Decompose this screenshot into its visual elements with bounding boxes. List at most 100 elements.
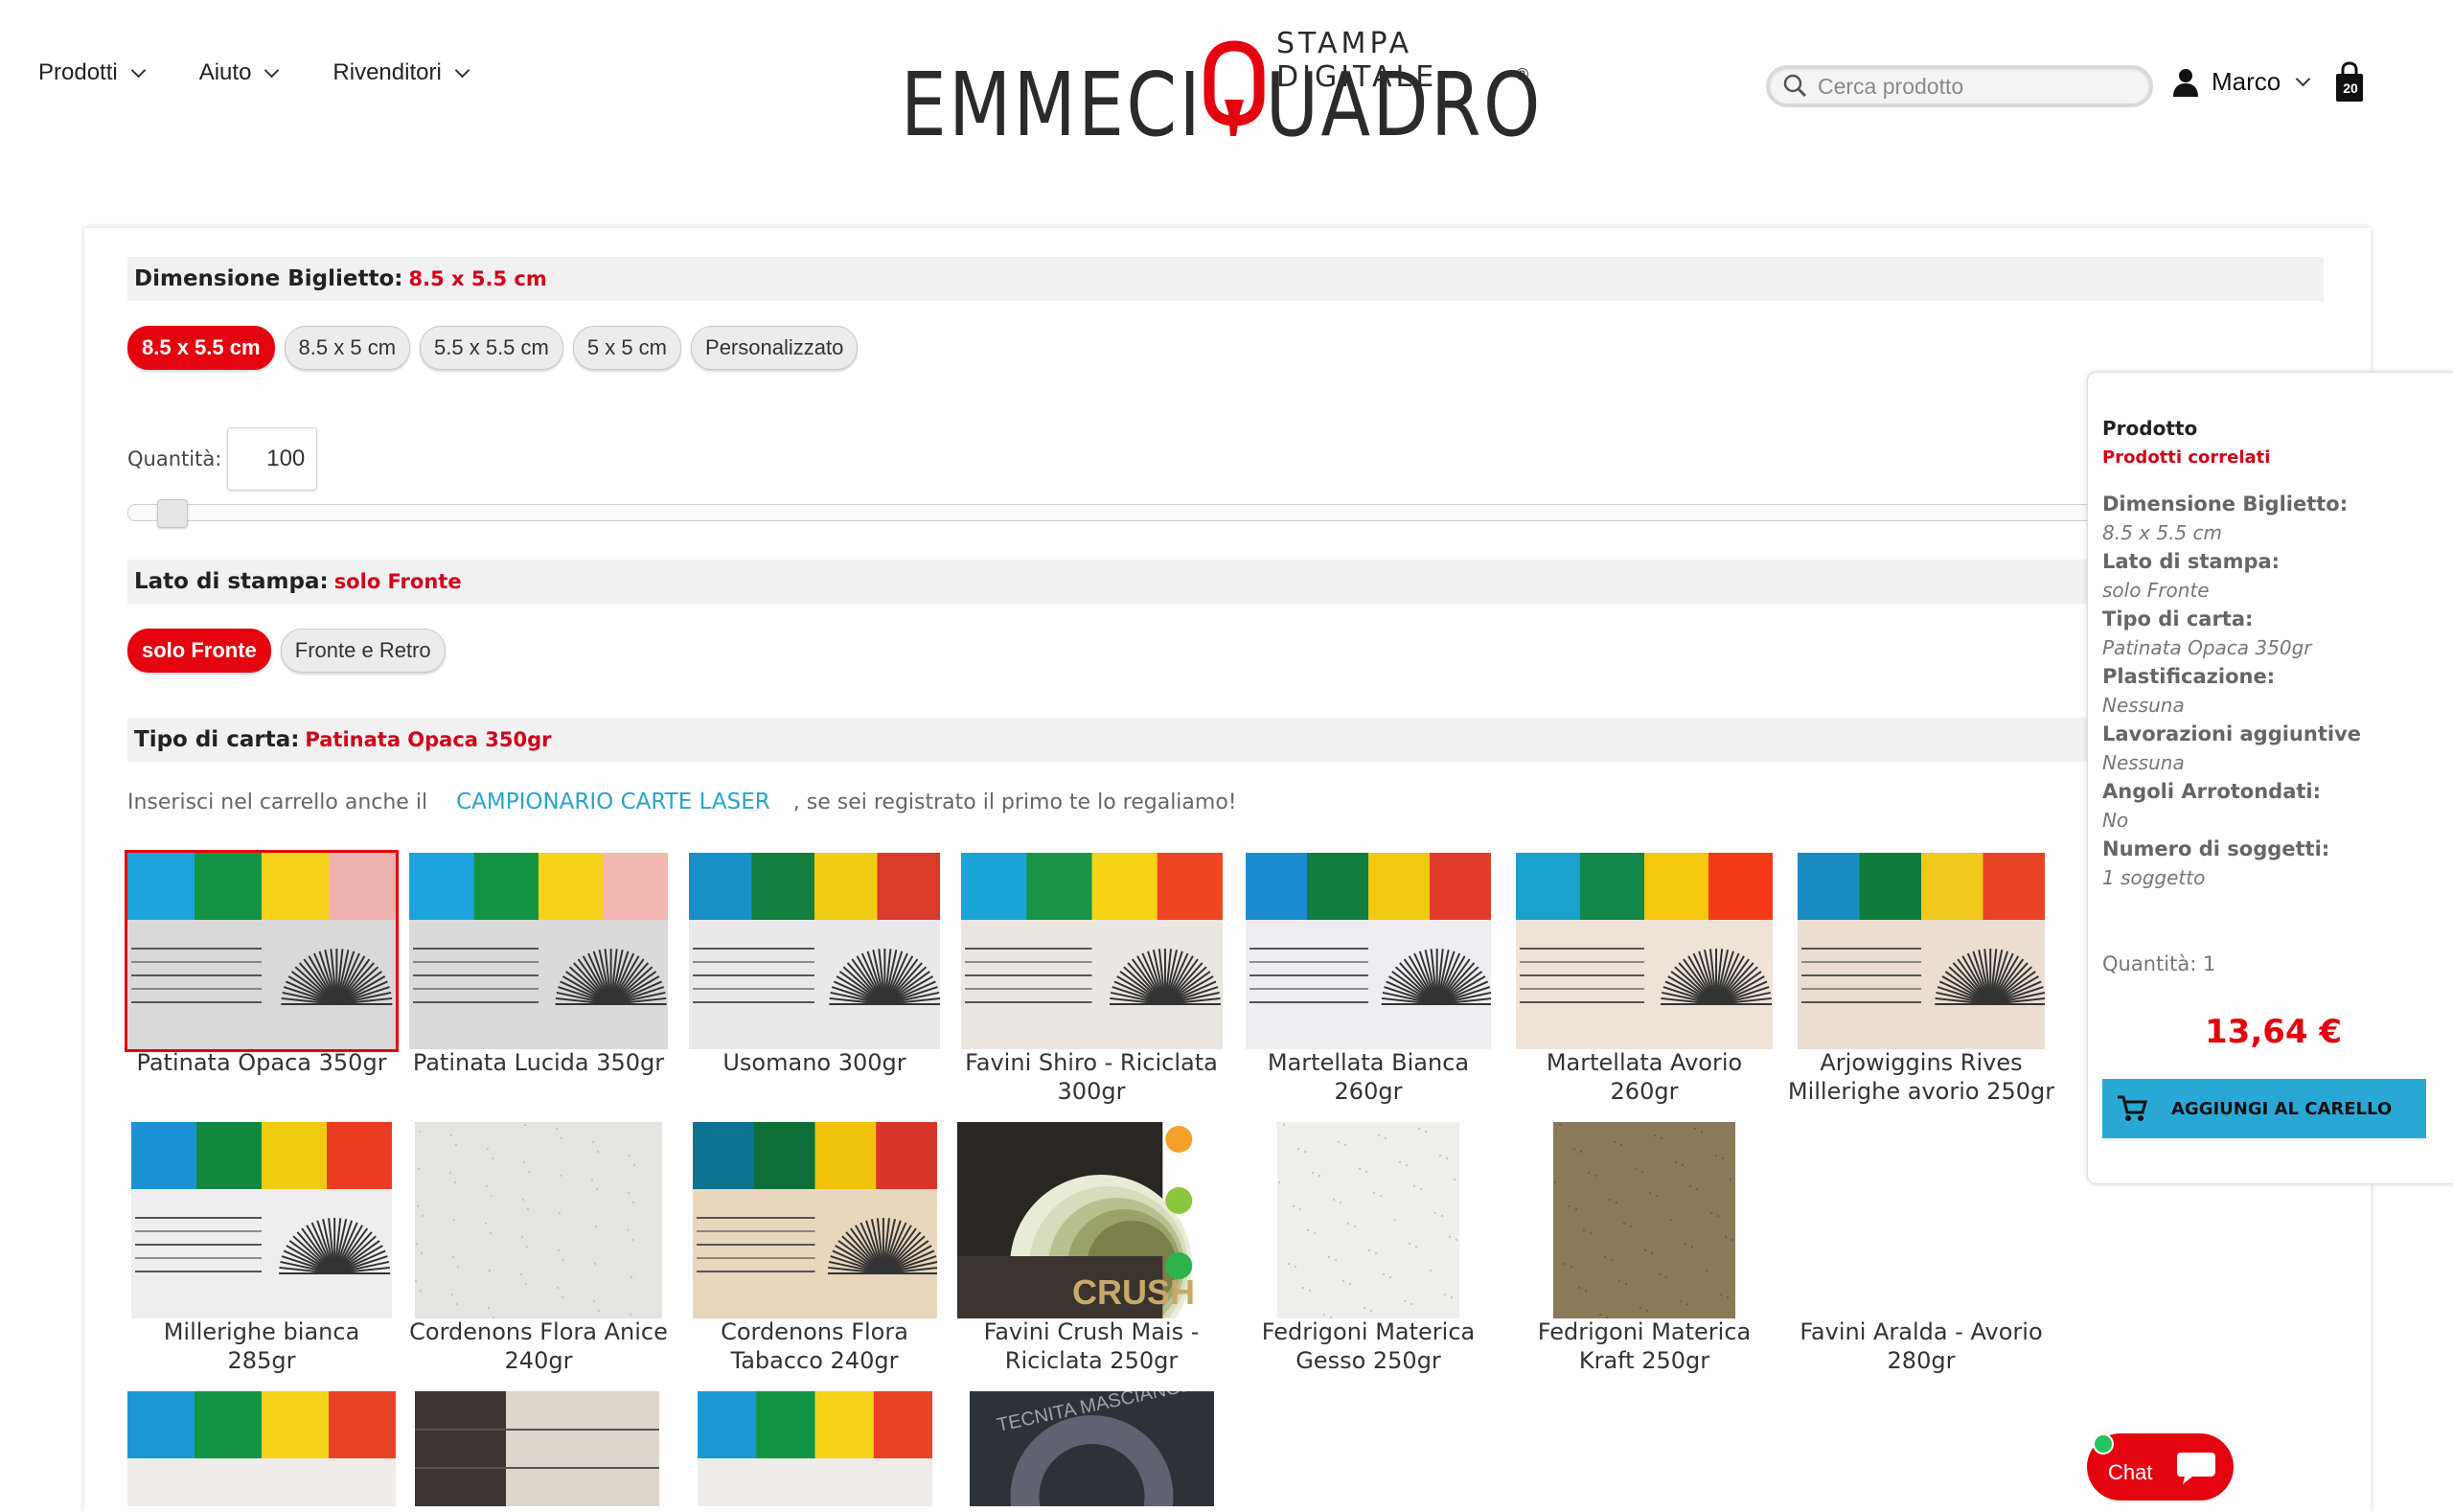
online-status-dot <box>2093 1433 2114 1455</box>
slider-handle[interactable] <box>157 499 188 528</box>
dimension-option[interactable]: 8.5 x 5 cm <box>284 326 411 370</box>
paper-option[interactable]: Millerighe bianca 285gr <box>127 1122 396 1395</box>
quantity-field: Quantità: 100 <box>127 427 318 491</box>
nav-label: Rivenditori <box>332 59 442 85</box>
chat-button[interactable]: Chat <box>2087 1433 2234 1501</box>
paper-option[interactable]: Martellata Bianca 260gr <box>1234 853 1502 1126</box>
paper-option[interactable]: Arjowiggins Rives Millerighe avorio 250g… <box>1787 853 2055 1126</box>
side-option[interactable]: Fronte e Retro <box>280 629 446 673</box>
add-to-cart-button[interactable]: AGGIUNGI AL CARELLO <box>2102 1079 2426 1138</box>
quantity-slider[interactable] <box>127 499 2326 528</box>
dimension-option[interactable]: Personalizzato <box>691 326 859 370</box>
quantity-label: Quantità: <box>127 447 222 470</box>
paper-option-label: Fedrigoni Materica Gesso 250gr <box>1261 1318 1476 1374</box>
paper-value: Patinata Opaca 350gr <box>305 728 552 751</box>
paper-swatch-image <box>1277 1122 1459 1318</box>
paper-option[interactable]: Favini Shiro - Riciclata 300gr <box>957 853 1226 1126</box>
chevron-down-icon <box>454 62 470 78</box>
nav-label: Aiuto <box>198 59 252 85</box>
paper-option[interactable]: CRUSH Favini Crush Mais - Riciclata 250gr <box>957 1122 1227 1395</box>
paper-option[interactable]: Cordenons Flora Anice 240gr <box>404 1122 673 1395</box>
paper-option-label: Patinata Opaca 350gr <box>136 1049 387 1076</box>
related-products-link[interactable]: Prodotti correlati <box>2102 447 2270 468</box>
dimension-option[interactable]: 5.5 x 5.5 cm <box>420 326 563 370</box>
paper-option[interactable]: Fedrigoni Materica Kraft 250gr <box>1510 1122 1778 1395</box>
paper-option[interactable]: Patinata Opaca 350gr <box>125 850 399 1126</box>
paper-option-label: Arjowiggins Rives Millerighe avorio 250g… <box>1787 1049 2055 1105</box>
summary-value: 8.5 x 5.5 cm <box>2102 521 2222 544</box>
summary-value: solo Fronte <box>2102 579 2210 602</box>
campionario-link[interactable]: CAMPIONARIO CARTE LASER <box>456 790 770 814</box>
summary-key: Angoli Arrotondati: <box>2102 780 2322 803</box>
dimension-options: 8.5 x 5.5 cm 8.5 x 5 cm 5.5 x 5.5 cm 5 x… <box>127 326 859 370</box>
paper-option[interactable]: Usomano 300gr <box>680 853 949 1126</box>
search-input[interactable] <box>1816 72 2136 101</box>
nav-aiuto[interactable]: Aiuto <box>198 59 280 86</box>
paper-swatch-image[interactable] <box>127 1391 396 1506</box>
main-nav: Prodotti Aiuto Rivenditori <box>38 59 523 86</box>
promo-text-after: , se sei registrato il primo te lo regal… <box>792 790 1237 814</box>
paper-option[interactable]: Cordenons Flora Tabacco 240gr <box>680 1122 949 1395</box>
paper-option[interactable]: Martellata Avorio 260gr <box>1510 853 1778 1126</box>
nav-prodotti[interactable]: Prodotti <box>38 59 146 86</box>
nav-label: Prodotti <box>38 59 118 85</box>
paper-section-header: Tipo di carta: Patinata Opaca 350gr <box>127 718 2324 762</box>
site-logo[interactable]: STAMPA DIGITALE EMMECI UADRO ® <box>901 27 1540 156</box>
paper-option-label: Favini Crush Mais - Riciclata 250gr <box>983 1318 1200 1374</box>
summary-value: 1 soggetto <box>2102 866 2206 889</box>
summary-key: Lato di stampa: <box>2102 550 2281 573</box>
summary-value: Nessuna <box>2102 694 2185 717</box>
paper-option-label: Usomano 300gr <box>722 1049 906 1076</box>
chat-label: Chat <box>2108 1460 2153 1484</box>
summary-value: Nessuna <box>2102 751 2185 774</box>
paper-swatch-image <box>409 853 668 1049</box>
add-to-cart-label: AGGIUNGI AL CARELLO <box>2171 1098 2393 1119</box>
dimension-value: 8.5 x 5.5 cm <box>408 267 547 290</box>
summary-value: No <box>2102 809 2129 832</box>
paper-swatch-image <box>415 1122 662 1318</box>
chevron-down-icon <box>2295 71 2311 87</box>
summary-key: Plastificazione: <box>2102 665 2276 688</box>
summary-list: Dimensione Biglietto: 8.5 x 5.5 cm Lato … <box>2102 490 2447 892</box>
summary-key: Numero di soggetti: <box>2102 837 2330 860</box>
paper-swatch-image <box>1516 853 1773 1049</box>
dimension-option[interactable]: 5 x 5 cm <box>572 326 682 370</box>
paper-swatch-image[interactable]: TECNITA MASCIANGELO <box>970 1391 1214 1506</box>
paper-option-label: Patinata Lucida 350gr <box>412 1049 665 1076</box>
summary-title: Prodotto <box>2102 417 2198 440</box>
user-name: Marco <box>2212 67 2281 96</box>
paper-swatch-image <box>689 853 940 1049</box>
paper-label: Tipo di carta: <box>134 727 300 752</box>
dimension-option[interactable]: 8.5 x 5.5 cm <box>127 326 275 370</box>
dimension-label: Dimensione Biglietto: <box>134 266 403 291</box>
cart-count: 20 <box>2343 80 2358 96</box>
paper-option-label: Millerighe bianca 285gr <box>163 1318 360 1374</box>
chat-bubble-icon <box>2177 1453 2215 1484</box>
side-value: solo Fronte <box>333 570 462 593</box>
user-icon <box>2173 68 2198 97</box>
quantity-input[interactable]: 100 <box>227 427 318 491</box>
paper-option-label: Fedrigoni Materica Kraft 250gr <box>1537 1318 1752 1374</box>
paper-option-label: Favini Aralda - Avorio 280gr <box>1800 1318 2043 1374</box>
summary-key: Dimensione Biglietto: <box>2102 493 2349 515</box>
cart-icon <box>2118 1095 2147 1121</box>
paper-option[interactable]: Fedrigoni Materica Gesso 250gr <box>1234 1122 1502 1395</box>
paper-swatch-image[interactable] <box>698 1391 932 1506</box>
side-options: solo Fronte Fronte e Retro <box>127 629 446 673</box>
cart-button[interactable]: 20 <box>2333 61 2366 103</box>
search-box[interactable] <box>1766 65 2153 107</box>
paper-option[interactable]: Favini Aralda - Avorio 280gr <box>1787 1122 2055 1395</box>
side-option[interactable]: solo Fronte <box>127 629 271 673</box>
paper-option-label: Martellata Bianca 260gr <box>1267 1049 1470 1105</box>
summary-value: Patinata Opaca 350gr <box>2102 636 2312 659</box>
logo-q-icon <box>1204 40 1265 136</box>
nav-rivenditori[interactable]: Rivenditori <box>332 59 470 86</box>
dimension-section-header: Dimensione Biglietto: 8.5 x 5.5 cm <box>127 257 2324 301</box>
summary-key: Lavorazioni aggiuntive <box>2102 722 2362 745</box>
chevron-down-icon <box>130 62 146 78</box>
paper-swatch-image[interactable] <box>415 1391 659 1506</box>
chevron-down-icon <box>264 62 280 78</box>
paper-option[interactable]: Patinata Lucida 350gr <box>404 853 673 1126</box>
paper-swatch-image <box>125 850 399 1052</box>
user-menu[interactable]: Marco <box>2173 67 2311 97</box>
